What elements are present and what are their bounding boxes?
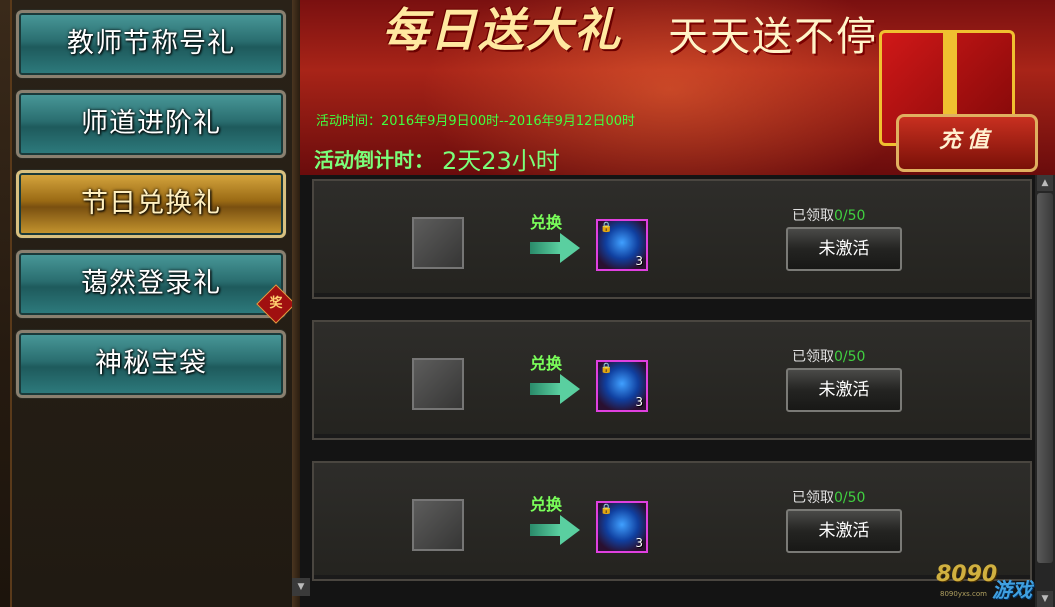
countdown-value: 2天23小时 bbox=[442, 147, 560, 175]
reward-quantity: 3 bbox=[635, 395, 643, 409]
exchange-row: 兑换 🔒 3 已领取0/50 未激活 bbox=[312, 179, 1032, 299]
claimed-progress: 已领取0/50 bbox=[792, 487, 865, 507]
not-activated-button[interactable]: 未激活 bbox=[786, 227, 902, 271]
site-watermark-logo: 8090 游戏 8090yxs.com bbox=[936, 560, 1048, 602]
sidebar-divider bbox=[292, 0, 300, 607]
recharge-button[interactable]: 充值 bbox=[896, 114, 1038, 172]
sidebar-item-teacher-advance[interactable]: 师道进阶礼 bbox=[16, 90, 286, 158]
arrow-head-icon bbox=[560, 374, 580, 404]
lock-icon: 🔒 bbox=[600, 222, 613, 233]
scroll-up-icon[interactable]: ▲ bbox=[1037, 175, 1053, 191]
claimed-progress: 已领取0/50 bbox=[792, 346, 865, 366]
claimed-label: 已领取 bbox=[792, 349, 834, 365]
watermark-game: 游戏 bbox=[992, 578, 1032, 602]
not-activated-button[interactable]: 未激活 bbox=[786, 509, 902, 553]
empty-item-slot-icon bbox=[412, 358, 464, 410]
sidebar-item-login-gift[interactable]: 蔼然登录礼 bbox=[16, 250, 286, 318]
countdown-label: 活动倒计时： bbox=[314, 148, 434, 172]
arrow-right-icon bbox=[530, 524, 560, 536]
exchange-row: 兑换 🔒 3 已领取0/50 未激活 bbox=[312, 320, 1032, 440]
reward-item-icon[interactable]: 🔒 3 bbox=[596, 219, 648, 271]
watermark-brand: 8090 bbox=[936, 562, 998, 587]
sidebar-item-teachers-day-title[interactable]: 教师节称号礼 bbox=[16, 10, 286, 78]
reward-quantity: 3 bbox=[635, 536, 643, 550]
not-activated-button[interactable]: 未激活 bbox=[786, 368, 902, 412]
banner-title: 每日送大礼 bbox=[382, 3, 622, 57]
claimed-progress: 已领取0/50 bbox=[792, 205, 865, 225]
sidebar-item-mystery-bag[interactable]: 神秘宝袋 bbox=[16, 330, 286, 398]
exchange-label: 兑换 bbox=[530, 354, 563, 373]
sidebar-item-holiday-exchange[interactable]: 节日兑换礼 bbox=[16, 170, 286, 238]
reward-item-icon[interactable]: 🔒 3 bbox=[596, 501, 648, 553]
claimed-count: 0/50 bbox=[834, 490, 866, 506]
reward-badge-text: 奖 bbox=[269, 296, 283, 311]
arrow-right-icon bbox=[530, 242, 560, 254]
lock-icon: 🔒 bbox=[600, 504, 613, 515]
event-banner: 每日送大礼 天天送不停 活动时间：2016年9月9日00时--2016年9月12… bbox=[300, 0, 1055, 175]
reward-quantity: 3 bbox=[635, 254, 643, 268]
sidebar: 教师节称号礼 师道进阶礼 节日兑换礼 蔼然登录礼 神秘宝袋 奖 bbox=[0, 0, 300, 607]
vertical-scrollbar[interactable]: ▲ ▼ bbox=[1035, 175, 1055, 607]
claimed-count: 0/50 bbox=[834, 208, 866, 224]
watermark-url: 8090yxs.com bbox=[940, 590, 987, 598]
arrow-head-icon bbox=[560, 515, 580, 545]
reward-item-icon[interactable]: 🔒 3 bbox=[596, 360, 648, 412]
exchange-label: 兑换 bbox=[530, 495, 563, 514]
arrow-right-icon bbox=[530, 383, 560, 395]
exchange-list: 兑换 🔒 3 已领取0/50 未激活 兑换 🔒 3 已领取0/50 未激活 兑换… bbox=[300, 175, 1035, 607]
lock-icon: 🔒 bbox=[600, 363, 613, 374]
banner-subtitle: 天天送不停 bbox=[668, 14, 878, 60]
event-time: 活动时间：2016年9月9日00时--2016年9月12日00时 bbox=[316, 114, 635, 129]
scroll-thumb[interactable] bbox=[1037, 193, 1053, 563]
scroll-down-arrow-icon[interactable]: ▼ bbox=[292, 578, 310, 596]
arrow-head-icon bbox=[560, 233, 580, 263]
claimed-label: 已领取 bbox=[792, 208, 834, 224]
claimed-label: 已领取 bbox=[792, 490, 834, 506]
exchange-label: 兑换 bbox=[530, 213, 563, 232]
empty-item-slot-icon bbox=[412, 217, 464, 269]
claimed-count: 0/50 bbox=[834, 349, 866, 365]
exchange-row: 兑换 🔒 3 已领取0/50 未激活 bbox=[312, 461, 1032, 581]
empty-item-slot-icon bbox=[412, 499, 464, 551]
